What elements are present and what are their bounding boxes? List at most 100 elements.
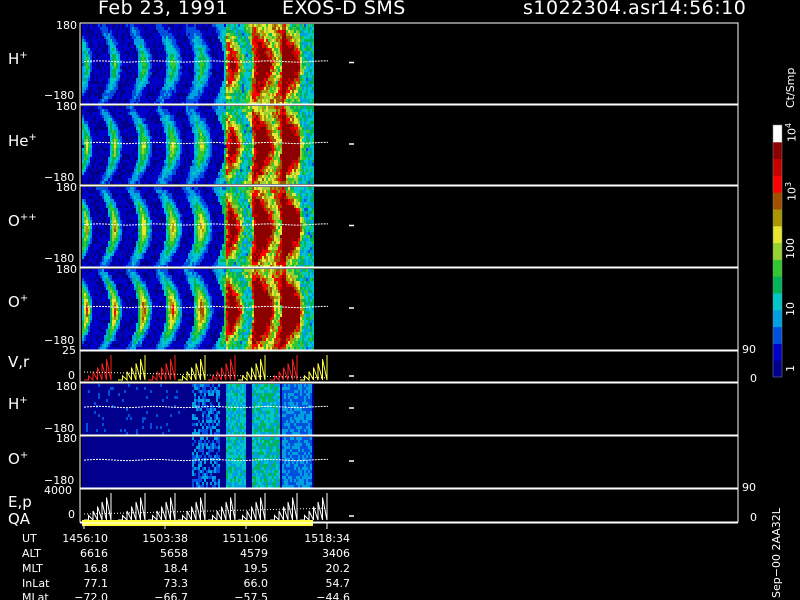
spectrogram-cell bbox=[180, 45, 182, 48]
spectrogram-cell bbox=[164, 151, 166, 154]
spectrogram-cell bbox=[82, 57, 84, 60]
spectrogram-cell bbox=[160, 87, 162, 90]
spectrogram-cell bbox=[128, 139, 130, 142]
spectrogram-cell bbox=[190, 84, 192, 87]
spectrogram-cell bbox=[226, 78, 228, 81]
spectrogram-cell bbox=[222, 130, 224, 133]
spectrogram-cell bbox=[110, 118, 112, 121]
spectrogram-cell bbox=[292, 93, 294, 96]
spectrogram-cell bbox=[164, 27, 166, 30]
spectrogram-cell bbox=[204, 145, 206, 148]
spectrogram-cell bbox=[82, 172, 84, 175]
spectrogram-cell bbox=[292, 51, 294, 54]
spectrogram-cell bbox=[130, 124, 132, 127]
spectrogram-cell bbox=[194, 160, 196, 163]
spectrogram-cell bbox=[104, 115, 106, 118]
spectrogram-cell bbox=[226, 36, 228, 39]
spectrogram-cell bbox=[96, 42, 98, 45]
spectrogram-cell bbox=[298, 81, 300, 84]
spectrogram-cell bbox=[88, 66, 90, 69]
spectrogram-cell bbox=[262, 27, 264, 30]
spectrogram-cell bbox=[110, 90, 112, 93]
spectrogram-cell bbox=[242, 45, 244, 48]
spectrogram-cell bbox=[98, 54, 100, 57]
spectrogram-cell bbox=[174, 172, 176, 175]
spectrogram-cell bbox=[192, 75, 194, 78]
spectrogram-cell bbox=[196, 133, 198, 136]
spectrogram-cell bbox=[240, 51, 242, 54]
spectrogram-cell bbox=[236, 30, 238, 33]
spectrogram-cell bbox=[114, 181, 116, 184]
spectrogram-cell bbox=[244, 87, 246, 90]
spectrogram-cell bbox=[176, 169, 178, 172]
spectrogram-cell bbox=[184, 181, 186, 184]
spectrogram-cell bbox=[112, 175, 114, 178]
spectrogram-cell bbox=[268, 93, 270, 96]
spectrogram-cell bbox=[212, 99, 214, 102]
spectrogram-cell bbox=[150, 30, 152, 33]
spectrogram-cell bbox=[126, 93, 128, 96]
spectrogram-cell bbox=[148, 175, 150, 178]
spectrogram-cell bbox=[204, 90, 206, 93]
spectrogram-cell bbox=[186, 54, 188, 57]
spectrogram-cell bbox=[224, 39, 226, 42]
spectrogram-cell bbox=[176, 115, 178, 118]
spectrogram-cell bbox=[92, 90, 94, 93]
spectrogram-cell bbox=[202, 27, 204, 30]
spectrogram-cell bbox=[210, 24, 212, 27]
spectrogram-cell bbox=[114, 66, 116, 69]
spectrogram-cell bbox=[174, 81, 176, 84]
spectrogram-cell bbox=[222, 136, 224, 139]
spectrogram-cell bbox=[278, 30, 280, 33]
spectrogram-cell bbox=[200, 99, 202, 102]
spectrogram-cell bbox=[296, 39, 298, 42]
spectrogram-cell bbox=[292, 99, 294, 102]
spectrogram-cell bbox=[228, 63, 230, 66]
spectrogram-cell bbox=[204, 130, 206, 133]
spectrogram-cell bbox=[86, 163, 88, 166]
spectrogram-cell bbox=[92, 160, 94, 163]
spectrogram-cell bbox=[168, 178, 170, 181]
spectrogram-cell bbox=[90, 154, 92, 157]
spectrogram-cell bbox=[116, 39, 118, 42]
spectrogram-cell bbox=[226, 87, 228, 90]
spectrogram-cell bbox=[98, 112, 100, 115]
spectrogram-cell bbox=[94, 24, 96, 27]
spectrogram-cell bbox=[100, 157, 102, 160]
spectrogram-cell bbox=[216, 87, 218, 90]
spectrogram-cell bbox=[90, 118, 92, 121]
spectrogram-cell bbox=[96, 115, 98, 118]
spectrogram-cell bbox=[258, 84, 260, 87]
spectrogram-cell bbox=[174, 84, 176, 87]
spectrogram-cell bbox=[190, 151, 192, 154]
spectrogram-cell bbox=[212, 163, 214, 166]
spectrogram-cell bbox=[120, 90, 122, 93]
spectrogram-cell bbox=[150, 33, 152, 36]
spectrogram-cell bbox=[270, 33, 272, 36]
spectrogram-cell bbox=[266, 42, 268, 45]
spectrogram-cell bbox=[108, 160, 110, 163]
spectrogram-cell bbox=[92, 24, 94, 27]
spectrogram-cell bbox=[112, 133, 114, 136]
spectrogram-cell bbox=[140, 166, 142, 169]
spectrogram-cell bbox=[84, 136, 86, 139]
spectrogram-cell bbox=[100, 90, 102, 93]
spectrogram-cell bbox=[104, 99, 106, 102]
spectrogram-cell bbox=[144, 151, 146, 154]
spectrogram-cell bbox=[240, 39, 242, 42]
spectrogram-cell bbox=[200, 96, 202, 99]
spectrogram-cell bbox=[128, 151, 130, 154]
spectrogram-cell bbox=[198, 99, 200, 102]
spectrogram-cell bbox=[112, 124, 114, 127]
spectrogram-cell bbox=[196, 157, 198, 160]
spectrogram-cell bbox=[118, 175, 120, 178]
spectrogram-cell bbox=[130, 139, 132, 142]
spectrogram-cell bbox=[218, 109, 220, 112]
spectrogram-cell bbox=[120, 166, 122, 169]
spectrogram-cell bbox=[154, 121, 156, 124]
spectrogram-cell bbox=[166, 166, 168, 169]
spectrogram-cell bbox=[176, 72, 178, 75]
spectrogram-cell bbox=[82, 60, 84, 63]
spectrogram-cell bbox=[250, 81, 252, 84]
spectrogram-cell bbox=[138, 148, 140, 151]
